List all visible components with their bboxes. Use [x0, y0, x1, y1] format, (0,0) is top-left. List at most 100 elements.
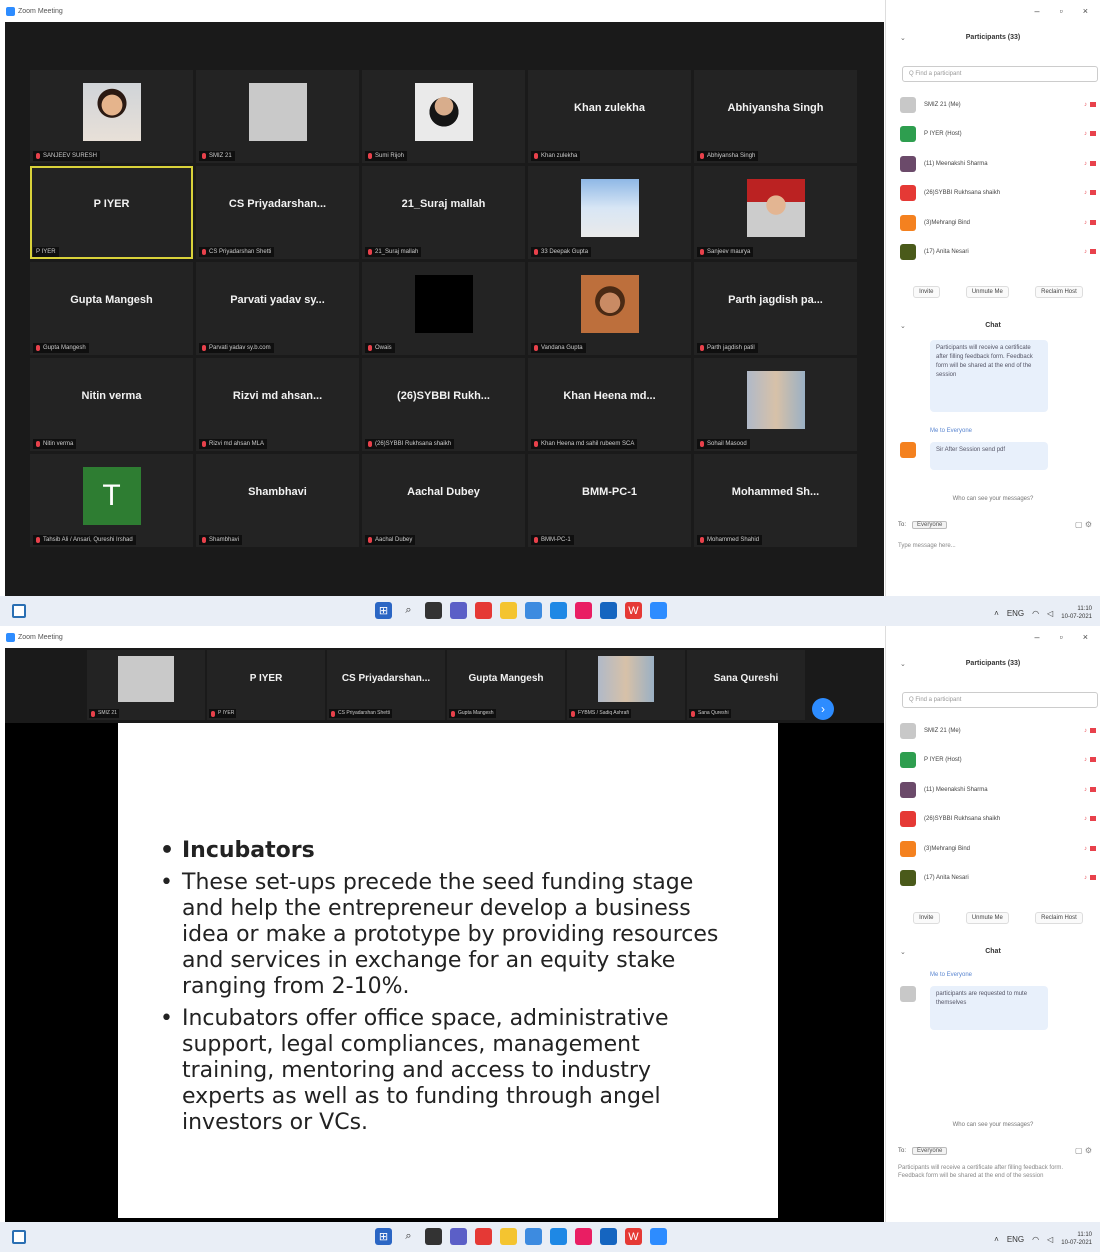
- participant-tile[interactable]: Parvati yadav sy... Parvati yadav sy.b.co…: [196, 262, 359, 355]
- start-icon[interactable]: ⊞: [375, 602, 392, 619]
- participant-action-button[interactable]: Unmute Me: [965, 286, 1009, 298]
- file-explorer-icon[interactable]: [500, 602, 517, 619]
- strip-participant-tile[interactable]: P IYER P IYER: [207, 650, 325, 720]
- participant-tile[interactable]: Sumi Rijoh: [362, 70, 525, 163]
- close-button[interactable]: ×: [1083, 632, 1088, 642]
- strip-participant-tile[interactable]: Sana Qureshi Sana Qureshi: [687, 650, 805, 720]
- participant-tile[interactable]: Vandana Gupta: [528, 262, 691, 355]
- recipient-select[interactable]: Everyone: [912, 520, 948, 529]
- store-icon[interactable]: [525, 1228, 542, 1245]
- start-icon[interactable]: ⊞: [375, 1228, 392, 1245]
- zoom-taskbar-icon[interactable]: [650, 1228, 667, 1245]
- widgets-icon[interactable]: [12, 1230, 26, 1244]
- wifi-icon[interactable]: ◠: [1032, 1235, 1039, 1244]
- participant-row[interactable]: P IYER (Host) ♪: [900, 120, 1096, 150]
- participant-action-button[interactable]: Unmute Me: [965, 912, 1009, 924]
- task-view-icon[interactable]: [425, 602, 442, 619]
- chat-file-icon[interactable]: ▢ ⚙: [1075, 1146, 1092, 1155]
- strip-participant-tile[interactable]: FYBMS / Sadiq Ashrafi: [567, 650, 685, 720]
- chat-app-icon[interactable]: [450, 1228, 467, 1245]
- chrome-icon[interactable]: [475, 602, 492, 619]
- search-icon[interactable]: ⌕: [400, 602, 417, 619]
- participant-tile[interactable]: Owais: [362, 262, 525, 355]
- chat-message-input[interactable]: Participants will receive a certificate …: [898, 1164, 1090, 1180]
- minimize-button[interactable]: –: [1035, 632, 1040, 642]
- participant-row[interactable]: (3)Mehrangi Bind ♪: [900, 834, 1096, 864]
- chat-app-icon[interactable]: [450, 602, 467, 619]
- app-icon[interactable]: [575, 602, 592, 619]
- participant-action-button[interactable]: Invite: [913, 286, 940, 298]
- volume-icon[interactable]: ◁: [1047, 1235, 1053, 1244]
- strip-participant-tile[interactable]: Gupta Mangesh Gupta Mangesh: [447, 650, 565, 720]
- participant-tile[interactable]: Rizvi md ahsan... Rizvi md ahsan MLA: [196, 358, 359, 451]
- task-view-icon[interactable]: [425, 1228, 442, 1245]
- participant-row[interactable]: SMIZ 21 (Me) ♪: [900, 716, 1096, 746]
- chat-file-icon[interactable]: ▢ ⚙: [1075, 520, 1092, 529]
- participant-action-button[interactable]: Invite: [913, 912, 940, 924]
- chrome-icon[interactable]: [475, 1228, 492, 1245]
- participant-row[interactable]: (26)SYBBI Rukhsana shaikh ♪: [900, 179, 1096, 209]
- word-icon[interactable]: W: [625, 1228, 642, 1245]
- edge-icon[interactable]: [550, 602, 567, 619]
- participant-tile[interactable]: SMIZ 21: [196, 70, 359, 163]
- maximize-button[interactable]: ▫: [1060, 632, 1063, 642]
- clock[interactable]: 11:10 10-07-2021: [1061, 1231, 1092, 1247]
- participant-tile[interactable]: Sohail Masood: [694, 358, 857, 451]
- participant-row[interactable]: (26)SYBBI Rukhsana shaikh ♪: [900, 805, 1096, 835]
- participant-tile[interactable]: Khan Heena md... Khan Heena md sahil rube…: [528, 358, 691, 451]
- strip-participant-tile[interactable]: SMIZ 21: [87, 650, 205, 720]
- chat-message-input[interactable]: Type message here...: [898, 542, 1090, 550]
- participant-tile[interactable]: BMM-PC-1 BMM-PC-1: [528, 454, 691, 547]
- participant-row[interactable]: (3)Mehrangi Bind ♪: [900, 208, 1096, 238]
- participant-tile[interactable]: T Tahsib Ali / Ansari, Qureshi Irshad: [30, 454, 193, 547]
- widgets-icon[interactable]: [12, 604, 26, 618]
- participant-tile[interactable]: Gupta Mangesh Gupta Mangesh: [30, 262, 193, 355]
- edge-icon[interactable]: [550, 1228, 567, 1245]
- participant-tile[interactable]: (26)SYBBI Rukh... (26)SYBBI Rukhsana shai…: [362, 358, 525, 451]
- participant-tile[interactable]: 33 Deepak Gupta: [528, 166, 691, 259]
- wifi-icon[interactable]: ◠: [1032, 609, 1039, 618]
- search-icon[interactable]: ⌕: [400, 1228, 417, 1245]
- next-page-button[interactable]: ›: [812, 698, 834, 720]
- participant-row[interactable]: (11) Meenakshi Sharma ♪: [900, 149, 1096, 179]
- participant-tile[interactable]: Sanjeev maurya: [694, 166, 857, 259]
- participant-row[interactable]: P IYER (Host) ♪: [900, 746, 1096, 776]
- participant-row[interactable]: (11) Meenakshi Sharma ♪: [900, 775, 1096, 805]
- participant-tile[interactable]: Parth jagdish pa... Parth jagdish patil: [694, 262, 857, 355]
- participant-tile[interactable]: 21_Suraj mallah 21_Suraj mallah: [362, 166, 525, 259]
- participant-row[interactable]: (17) Anita Nesari ♪: [900, 238, 1096, 268]
- zoom-taskbar-icon[interactable]: [650, 602, 667, 619]
- minimize-button[interactable]: –: [1035, 6, 1040, 16]
- participant-row[interactable]: SMIZ 21 (Me) ♪: [900, 90, 1096, 120]
- maximize-button[interactable]: ▫: [1060, 6, 1063, 16]
- participant-tile[interactable]: Abhiyansha Singh Abhiyansha Singh: [694, 70, 857, 163]
- clock[interactable]: 11:10 10-07-2021: [1061, 605, 1092, 621]
- store-icon[interactable]: [525, 602, 542, 619]
- participant-tile[interactable]: Mohammed Sh... Mohammed Shahid: [694, 454, 857, 547]
- word-icon[interactable]: W: [625, 602, 642, 619]
- strip-participant-tile[interactable]: CS Priyadarshan... CS Priyadarshan Shetti: [327, 650, 445, 720]
- who-can-see-messages-link[interactable]: Who can see your messages?: [886, 496, 1100, 502]
- participant-tile[interactable]: P IYER P IYER: [30, 166, 193, 259]
- who-can-see-messages-link[interactable]: Who can see your messages?: [886, 1122, 1100, 1128]
- participant-row[interactable]: (17) Anita Nesari ♪: [900, 864, 1096, 894]
- file-explorer-icon[interactable]: [500, 1228, 517, 1245]
- language-indicator[interactable]: ENG: [1007, 1235, 1024, 1244]
- recipient-select[interactable]: Everyone: [912, 1146, 948, 1155]
- participant-tile[interactable]: Nitin verma Nitin verma: [30, 358, 193, 451]
- mail-icon[interactable]: [600, 1228, 617, 1245]
- mail-icon[interactable]: [600, 602, 617, 619]
- tray-arrow-icon[interactable]: ˄: [994, 1235, 999, 1244]
- participant-tile[interactable]: Shambhavi Shambhavi: [196, 454, 359, 547]
- app-icon[interactable]: [575, 1228, 592, 1245]
- close-button[interactable]: ×: [1083, 6, 1088, 16]
- tray-arrow-icon[interactable]: ˄: [994, 609, 999, 618]
- participant-tile[interactable]: Khan zulekha Khan zulekha: [528, 70, 691, 163]
- participant-tile[interactable]: CS Priyadarshan... CS Priyadarshan Shetti: [196, 166, 359, 259]
- participant-search-input[interactable]: Q Find a participant: [902, 692, 1098, 708]
- participant-action-button[interactable]: Reclaim Host: [1035, 286, 1083, 298]
- participant-tile[interactable]: Aachal Dubey Aachal Dubey: [362, 454, 525, 547]
- participant-search-input[interactable]: Q Find a participant: [902, 66, 1098, 82]
- language-indicator[interactable]: ENG: [1007, 609, 1024, 618]
- volume-icon[interactable]: ◁: [1047, 609, 1053, 618]
